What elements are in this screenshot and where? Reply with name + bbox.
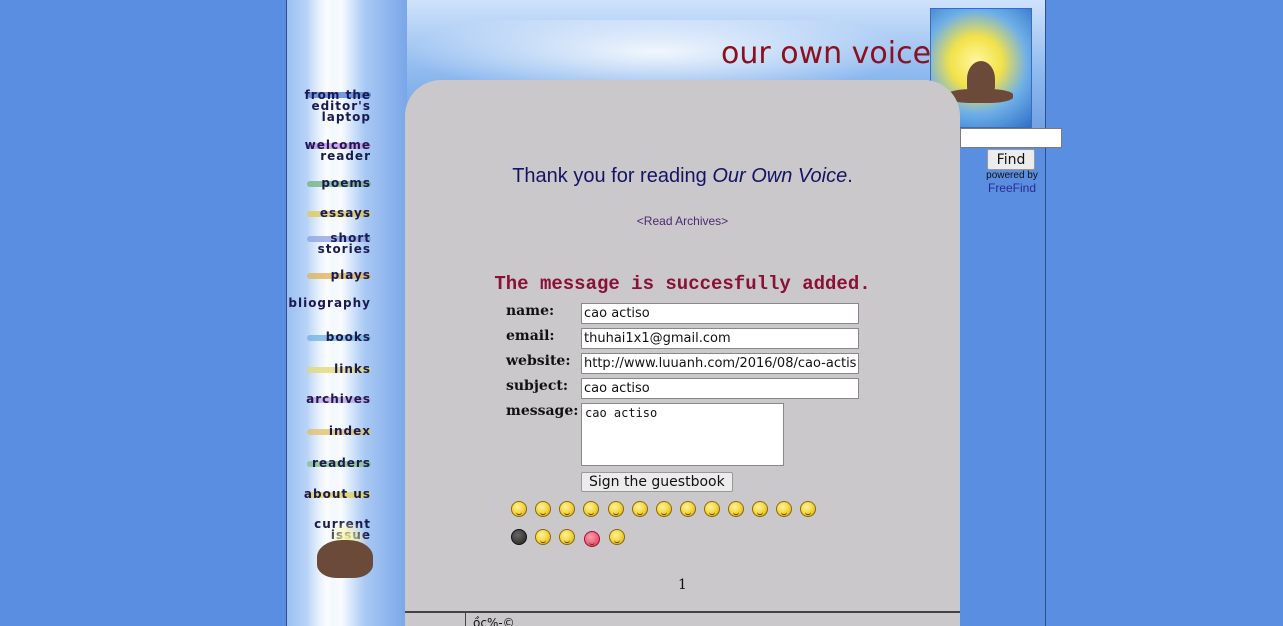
message-textarea[interactable] — [581, 403, 784, 466]
read-archives-link[interactable]: <Read Archives> — [405, 214, 960, 228]
site-title: our own voice — [721, 36, 932, 71]
confused-icon[interactable] — [776, 501, 792, 517]
freefind-link[interactable]: FreeFind — [972, 181, 1052, 195]
surprised-icon[interactable] — [559, 501, 575, 517]
page-number[interactable]: 1 — [405, 577, 960, 593]
nav-item-welcome-reader[interactable]: welcome reader — [305, 139, 371, 162]
thank-you-suffix: . — [847, 165, 853, 187]
subject-label: subject: — [506, 378, 568, 394]
footer-table: ồc%-© — [405, 611, 960, 626]
nav-item-readers[interactable]: readers — [312, 457, 371, 469]
name-field[interactable] — [581, 303, 859, 324]
email-field[interactable] — [581, 328, 859, 349]
angry-icon[interactable] — [728, 501, 744, 517]
search-input[interactable] — [960, 128, 1062, 148]
dizzy-icon[interactable] — [800, 501, 816, 517]
name-label: name: — [506, 303, 555, 319]
cool-icon[interactable] — [656, 501, 672, 517]
smile-icon[interactable] — [511, 501, 527, 517]
tongue-icon[interactable] — [608, 501, 624, 517]
sick-icon[interactable] — [609, 529, 625, 545]
rolleyes-icon[interactable] — [680, 501, 696, 517]
nav-item-links[interactable]: links — [334, 363, 371, 375]
powered-by-label: powered by — [986, 170, 1038, 181]
thank-you-emphasis: Our Own Voice — [712, 165, 848, 187]
subject-field[interactable] — [581, 378, 859, 399]
happy-icon[interactable] — [535, 529, 551, 545]
nav-item-plays[interactable]: plays — [331, 269, 371, 281]
thank-you-heading: Thank you for reading Our Own Voice. — [405, 165, 960, 188]
nav-bottom-figure — [317, 540, 373, 578]
website-label: website: — [506, 353, 571, 369]
page-frame: our own voice r e a d e r s from theedit… — [286, 0, 1046, 626]
content-panel: Thank you for reading Our Own Voice. <Re… — [405, 80, 960, 626]
nav-item-essays[interactable]: essays — [320, 207, 371, 219]
footer-text: ồc%-© — [473, 616, 515, 626]
thank-you-prefix: Thank you for reading — [512, 165, 713, 187]
nav-item-archives[interactable]: archives — [306, 393, 371, 405]
website-field[interactable] — [581, 353, 859, 374]
wink-icon[interactable] — [704, 501, 720, 517]
shocked-icon[interactable] — [752, 501, 768, 517]
nav-item-bibliography[interactable]: bibliography — [287, 297, 371, 309]
grin-icon[interactable] — [583, 501, 599, 517]
message-label: message: — [506, 403, 579, 419]
nav-item-index[interactable]: index — [329, 425, 371, 437]
blink-icon[interactable] — [535, 501, 551, 517]
ninja-icon[interactable] — [511, 529, 527, 545]
side-navigation: from the editor's laptop welcome reader poe… — [287, 0, 373, 626]
email-label: email: — [506, 328, 555, 344]
nav-item-books[interactable]: books — [326, 331, 371, 343]
love-icon[interactable] — [584, 531, 600, 547]
footer-cell — [405, 613, 466, 626]
sign-guestbook-button[interactable]: Sign the guestbook — [581, 472, 733, 492]
sleepy-icon[interactable] — [559, 529, 575, 545]
nav-item-poems[interactable]: poems — [321, 177, 371, 189]
success-message: The message is succesfully added. — [494, 273, 871, 295]
nav-item-about-us[interactable]: about us — [304, 488, 371, 500]
find-button[interactable]: Find — [987, 149, 1035, 170]
nav-item-editors-laptop[interactable]: from the editor's laptop — [305, 89, 371, 123]
nav-item-short-stories[interactable]: short stories — [318, 232, 371, 255]
laugh-icon[interactable] — [632, 501, 648, 517]
